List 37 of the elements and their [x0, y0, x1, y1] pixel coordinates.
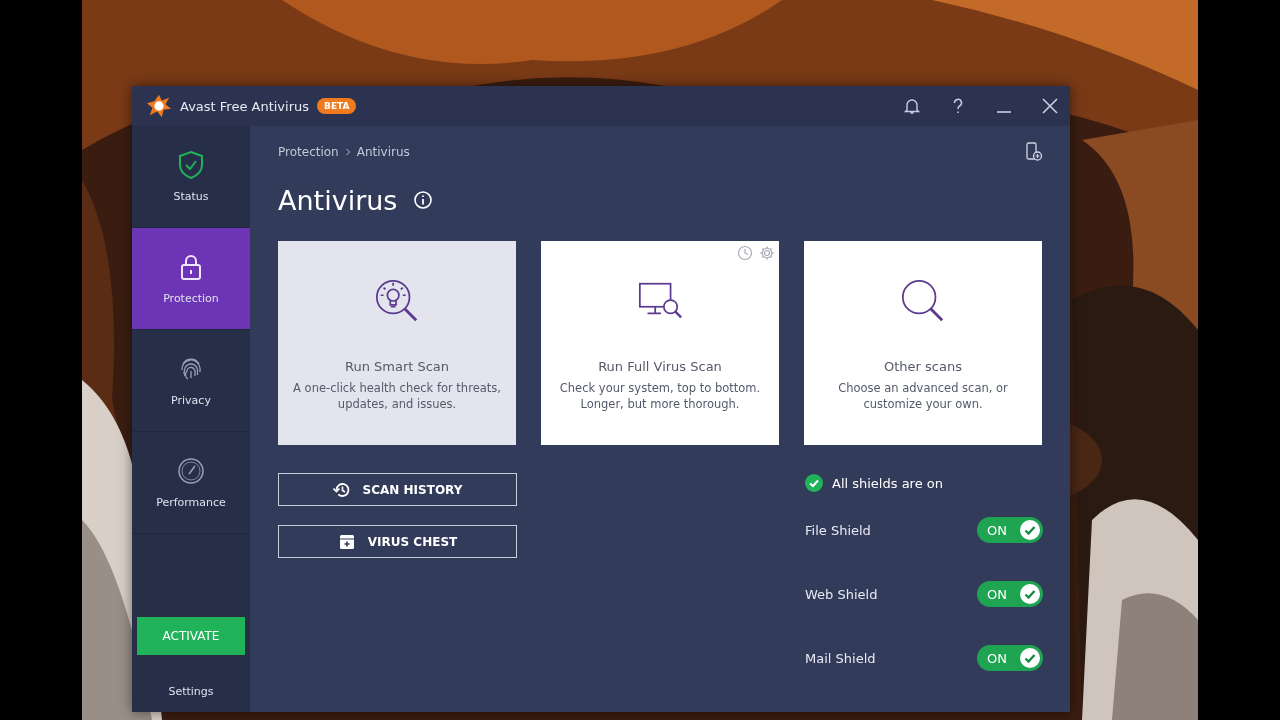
check-knob-icon: [1020, 520, 1040, 540]
settings-link[interactable]: Settings: [168, 685, 214, 698]
sidebar-item[interactable]: Protection: [132, 228, 250, 330]
window-title: Avast Free Antivirus: [180, 98, 310, 114]
scan-card[interactable]: Run Smart Scan A one-click health check for threats, updates, and issues.: [278, 241, 516, 445]
card-description: A one-click health check for threats, updates, and issues.: [292, 380, 502, 412]
shields-status: All shields are on: [832, 475, 943, 491]
card-description: Choose an advanced scan, or customize your own.: [837, 380, 1009, 412]
info-icon[interactable]: [413, 190, 434, 210]
history-icon: [332, 480, 351, 499]
scan-history-button[interactable]: SCAN HISTORY: [278, 473, 517, 506]
chevron-icon: [344, 148, 351, 156]
close-icon[interactable]: [1040, 96, 1060, 116]
page-title: Antivirus: [278, 184, 398, 216]
card-title: Run Smart Scan: [344, 359, 450, 374]
gauge-icon: [177, 456, 205, 486]
chest-icon: [337, 532, 356, 551]
logo-icon: [146, 93, 172, 119]
shield-icon: [177, 150, 205, 180]
phone-add-icon[interactable]: [1025, 142, 1043, 162]
beta-badge: BETA: [317, 98, 357, 114]
shield-name: Mail Shield: [805, 650, 876, 666]
breadcrumb-link[interactable]: Antivirus: [356, 145, 410, 159]
check-knob-icon: [1020, 648, 1040, 668]
check-circle-icon: [805, 474, 823, 492]
check-knob-icon: [1020, 584, 1040, 604]
card-description: Check your system, top to bottom. Longer, but more thorough.: [558, 380, 762, 412]
sidebar-item[interactable]: Privacy: [132, 330, 250, 432]
card-title: Run Full Virus Scan: [598, 359, 722, 374]
shield-name: Web Shield: [805, 586, 878, 602]
bell-icon[interactable]: [902, 96, 922, 116]
breadcrumb-link[interactable]: Protection: [278, 145, 339, 159]
sidebar-item[interactable]: Performance: [132, 432, 250, 534]
virus-chest-button[interactable]: VIRUS CHEST: [278, 525, 517, 558]
scan-card[interactable]: Other scans Choose an advanced scan, or customize your own.: [804, 241, 1042, 445]
card-title: Other scans: [884, 359, 962, 374]
shield-name: File Shield: [805, 522, 871, 538]
